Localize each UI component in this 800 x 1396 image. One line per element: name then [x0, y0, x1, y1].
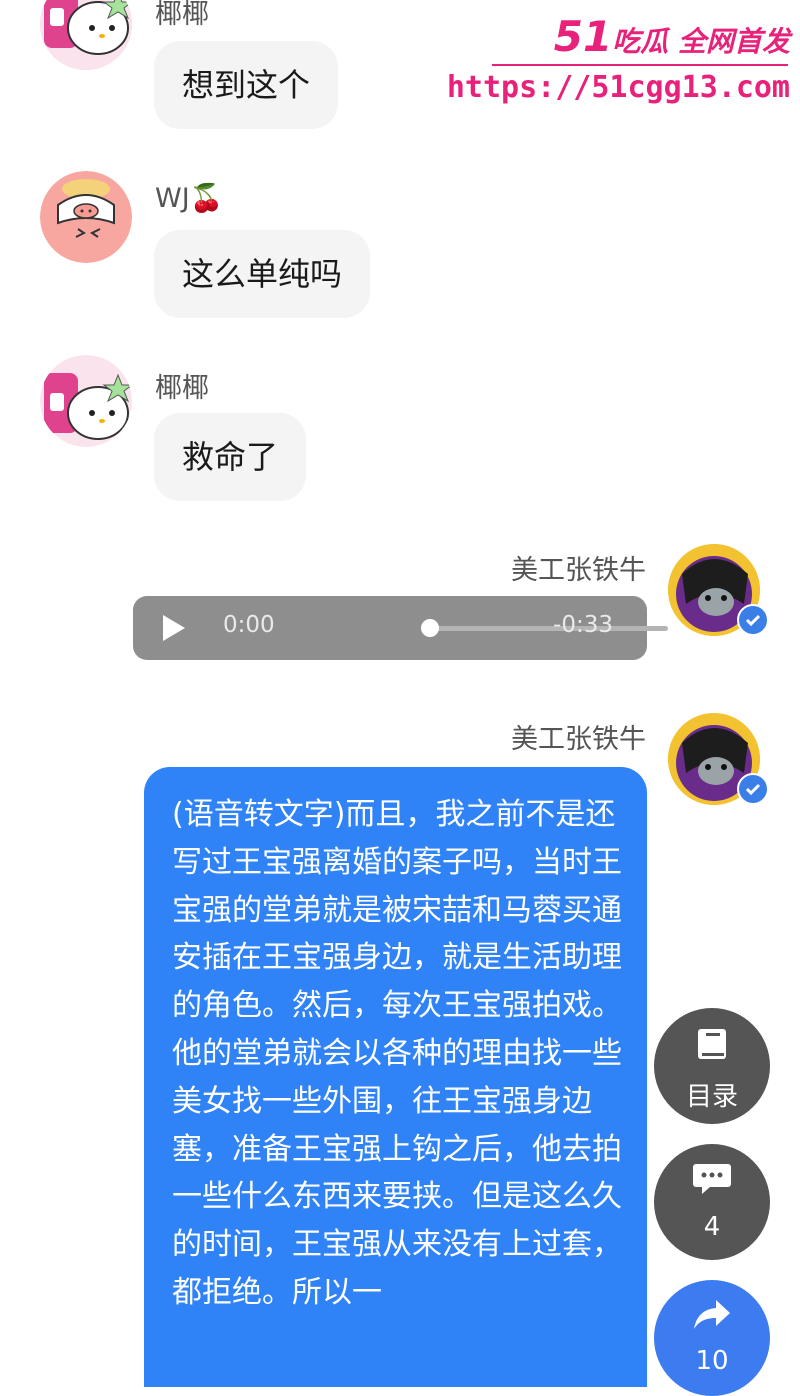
avatar-yeye[interactable]	[40, 355, 132, 447]
audio-player[interactable]: 0:00 -0:33	[133, 596, 668, 660]
avatar-wj[interactable]	[40, 171, 132, 263]
audio-current-time: 0:00	[223, 612, 275, 638]
message-bubble[interactable]: 这么单纯吗	[154, 230, 370, 318]
watermark-url: https://51cgg13.com	[446, 70, 790, 105]
message-bubble[interactable]: 救命了	[154, 413, 306, 501]
verified-icon	[737, 773, 769, 805]
toc-button[interactable]: 目录	[654, 1008, 770, 1124]
avatar-yeye[interactable]	[40, 0, 132, 70]
book-icon	[696, 1028, 728, 1062]
sender-name: WJ🍒	[155, 183, 224, 214]
share-button[interactable]: 10	[654, 1280, 770, 1396]
sender-name: 椰椰	[155, 373, 209, 404]
audio-seek-bar[interactable]	[423, 626, 668, 631]
audio-seek-handle[interactable]	[421, 619, 439, 637]
watermark-divider	[492, 64, 788, 66]
message-bubble-transcript[interactable]: (语音转文字)而且，我之前不是还写过王宝强离婚的案子吗，当时王宝强的堂弟就是被宋…	[144, 767, 647, 1387]
verified-icon	[737, 604, 769, 636]
comment-icon	[692, 1162, 732, 1198]
message-bubble[interactable]: 想到这个	[154, 41, 338, 129]
audio-remaining-time: -0:33	[553, 612, 613, 638]
toc-label: 目录	[685, 1082, 738, 1112]
comment-button[interactable]: 4	[654, 1144, 770, 1260]
watermark: 51吃瓜 全网首发 https://51cgg13.com	[447, 10, 792, 110]
transcript-text: (语音转文字)而且，我之前不是还写过王宝强离婚的案子吗，当时王宝强的堂弟就是被宋…	[172, 797, 622, 1310]
play-icon[interactable]	[163, 615, 185, 641]
sender-name: 椰椰	[155, 0, 209, 30]
sender-name: 美工张铁牛	[511, 724, 646, 755]
share-count: 10	[695, 1346, 729, 1376]
share-icon	[692, 1298, 732, 1332]
watermark-brand: 51吃瓜 全网首发	[553, 12, 790, 61]
comment-count: 4	[703, 1212, 721, 1242]
sender-name: 美工张铁牛	[511, 555, 646, 586]
